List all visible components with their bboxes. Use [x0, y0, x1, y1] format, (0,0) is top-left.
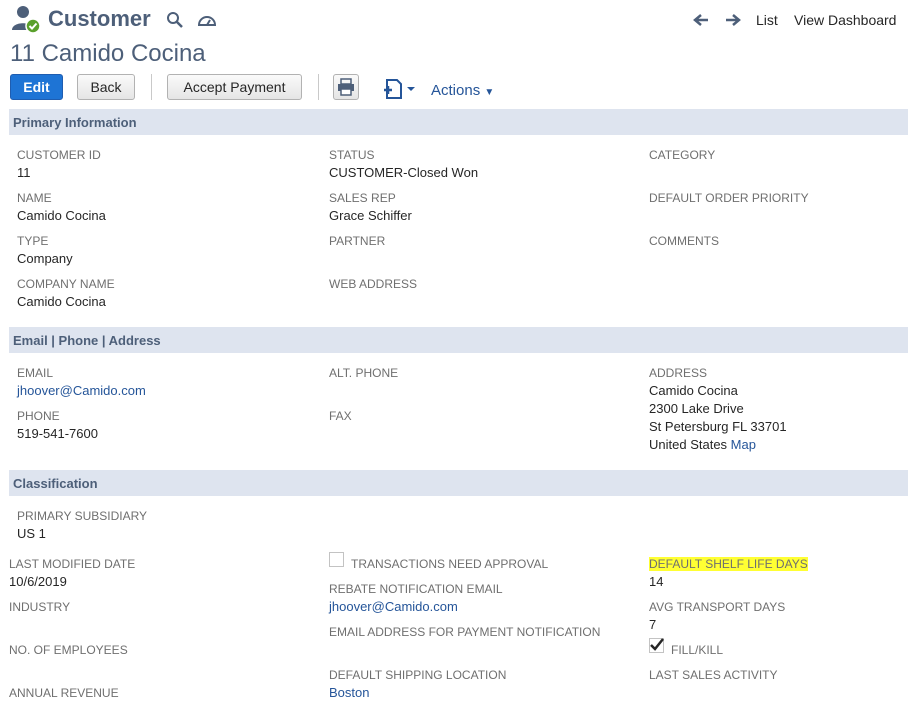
section-title: Email | Phone | Address	[13, 332, 161, 348]
partner-label: PARTNER	[329, 234, 386, 248]
customer-id-label: CUSTOMER ID	[17, 148, 101, 162]
status-label: STATUS	[329, 148, 375, 162]
checkmark-icon	[650, 638, 664, 651]
print-button[interactable]	[333, 74, 359, 100]
new-document-menu[interactable]	[382, 78, 418, 100]
fill-kill-label: FILL/KILL	[671, 643, 724, 657]
page-title: 11 Camido Cocina	[10, 40, 206, 67]
default-order-priority-label: DEFAULT ORDER PRIORITY	[649, 191, 809, 205]
toolbar-divider	[318, 74, 319, 100]
type-value: Company	[17, 251, 73, 266]
avg-transport-days-label: AVG TRANSPORT DAYS	[649, 600, 786, 614]
search-icon[interactable]	[166, 11, 184, 29]
address-country-line: United States Map	[649, 437, 756, 452]
rebate-notification-email-label: REBATE NOTIFICATION EMAIL	[329, 582, 503, 596]
last-sales-activity-label: LAST SALES ACTIVITY	[649, 668, 778, 682]
primary-subsidiary-value: US 1	[17, 526, 46, 541]
fax-label: FAX	[329, 409, 352, 423]
section-primary-information[interactable]: Primary Information	[9, 109, 908, 135]
address-line: 2300 Lake Drive	[649, 401, 744, 416]
actions-label: Actions	[431, 82, 481, 99]
customer-id-value: 11	[17, 165, 31, 180]
status-value: CUSTOMER-Closed Won	[329, 165, 479, 180]
forward-arrow-icon[interactable]	[724, 12, 742, 28]
last-modified-date-value: 10/6/2019	[9, 574, 67, 589]
company-name-value: Camido Cocina	[17, 294, 106, 309]
type-label: TYPE	[17, 234, 49, 248]
annual-revenue-label: ANNUAL REVENUE	[9, 686, 119, 700]
printer-icon	[338, 78, 354, 96]
company-name-label: COMPANY NAME	[17, 277, 115, 291]
chevron-down-icon: ▼	[484, 87, 495, 98]
section-classification[interactable]: Classification	[9, 470, 908, 496]
default-shipping-location-label: DEFAULT SHIPPING LOCATION	[329, 668, 507, 682]
dashboard-gauge-icon[interactable]	[197, 11, 217, 29]
email-link[interactable]: jhoover@Camido.com	[17, 383, 146, 398]
record-type-title: Customer	[48, 6, 151, 31]
email-label: EMAIL	[17, 366, 54, 380]
alt-phone-label: ALT. PHONE	[329, 366, 399, 380]
address-label: ADDRESS	[649, 366, 708, 380]
web-address-label: WEB ADDRESS	[329, 277, 418, 291]
accept-payment-button[interactable]: Accept Payment	[167, 74, 302, 100]
new-document-icon	[384, 79, 415, 99]
primary-subsidiary-label: PRIMARY SUBSIDIARY	[17, 509, 148, 523]
list-link[interactable]: List	[756, 12, 778, 28]
view-dashboard-link[interactable]: View Dashboard	[794, 12, 896, 28]
category-label: CATEGORY	[649, 148, 716, 162]
section-email-phone-address[interactable]: Email | Phone | Address	[9, 327, 908, 353]
section-title: Primary Information	[13, 114, 137, 130]
default-shelf-life-days-label: DEFAULT SHELF LIFE DAYS	[649, 557, 808, 571]
address-line: St Petersburg FL 33701	[649, 419, 787, 434]
toolbar-divider	[151, 74, 152, 100]
address-country: United States	[649, 437, 728, 452]
default-shipping-location-link[interactable]: Boston	[329, 685, 369, 700]
edit-button[interactable]: Edit	[10, 74, 63, 100]
actions-menu[interactable]: Actions ▼	[431, 82, 494, 99]
section-title: Classification	[13, 475, 98, 491]
fill-kill-checkbox[interactable]	[649, 638, 664, 653]
map-link[interactable]: Map	[731, 437, 756, 452]
payment-notification-email-label: EMAIL ADDRESS FOR PAYMENT NOTIFICATION	[329, 625, 601, 639]
transactions-need-approval-label: TRANSACTIONS NEED APPROVAL	[351, 557, 549, 571]
default-shelf-life-days-value: 14	[649, 574, 664, 589]
sales-rep-value: Grace Schiffer	[329, 208, 412, 223]
name-label: NAME	[17, 191, 52, 205]
sales-rep-label: SALES REP	[329, 191, 396, 205]
address-line: Camido Cocina	[649, 383, 738, 398]
customer-record-icon	[10, 4, 42, 34]
back-button[interactable]: Back	[77, 74, 135, 100]
avg-transport-days-value: 7	[649, 617, 657, 632]
transactions-need-approval-checkbox[interactable]	[329, 552, 344, 567]
industry-label: INDUSTRY	[9, 600, 71, 614]
back-arrow-icon[interactable]	[692, 12, 710, 28]
last-modified-date-label: LAST MODIFIED DATE	[9, 557, 136, 571]
rebate-notification-email-link[interactable]: jhoover@Camido.com	[329, 599, 458, 614]
phone-label: PHONE	[17, 409, 60, 423]
name-value: Camido Cocina	[17, 208, 106, 223]
no-of-employees-label: NO. OF EMPLOYEES	[9, 643, 128, 657]
comments-label: COMMENTS	[649, 234, 719, 248]
phone-value: 519-541-7600	[17, 426, 98, 441]
